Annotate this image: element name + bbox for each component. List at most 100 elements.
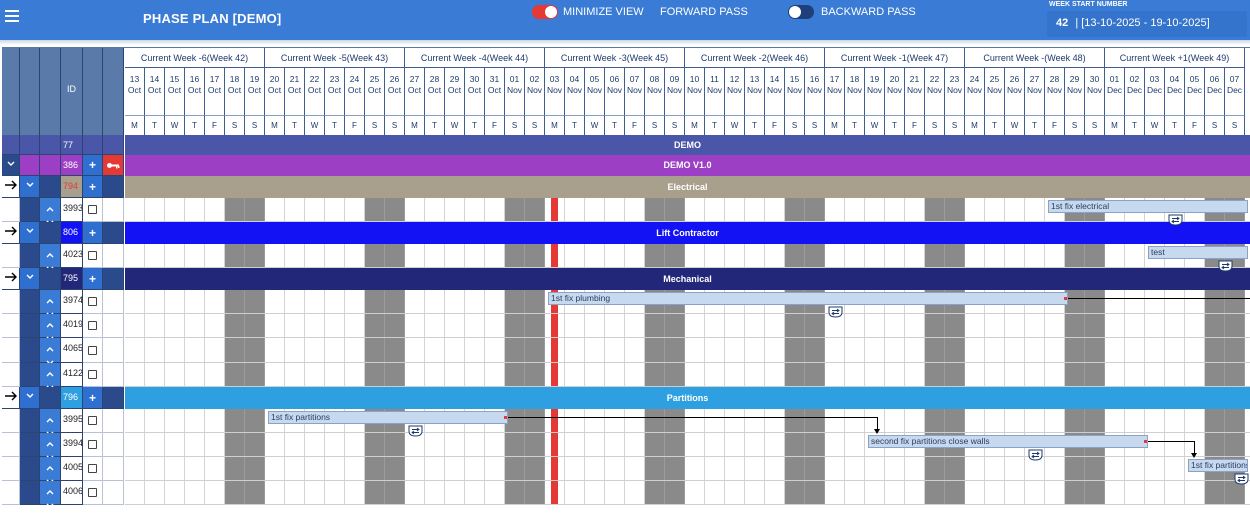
day-header: 04 Nov bbox=[565, 68, 585, 116]
reorder-up-down-icon[interactable] bbox=[40, 363, 61, 390]
task-bar-label: 1st fix plumbing bbox=[551, 293, 611, 303]
collapse-chevron-icon[interactable] bbox=[20, 387, 40, 409]
add-task-button[interactable]: + bbox=[83, 222, 103, 244]
day-month: Nov bbox=[606, 85, 623, 95]
backward-pass-toggle[interactable] bbox=[788, 5, 814, 19]
day-of-week: T bbox=[185, 116, 205, 135]
link-swap-icon[interactable] bbox=[1234, 472, 1249, 485]
day-number: 07 bbox=[1229, 74, 1240, 84]
day-number: 16 bbox=[189, 74, 200, 84]
day-number: 31 bbox=[489, 74, 500, 84]
reorder-up-down-icon[interactable] bbox=[40, 290, 61, 317]
day-header: 13 Nov bbox=[745, 68, 765, 116]
dependency-line bbox=[1148, 441, 1194, 442]
day-of-week: F bbox=[625, 116, 645, 135]
day-month: Nov bbox=[626, 85, 643, 95]
left-cell bbox=[20, 244, 40, 268]
minimize-view-toggle[interactable] bbox=[532, 5, 558, 19]
row-checkbox[interactable] bbox=[88, 464, 97, 473]
day-header: 21 Oct bbox=[285, 68, 305, 116]
day-month: Nov bbox=[726, 85, 743, 95]
collapse-chevron-icon[interactable] bbox=[20, 268, 40, 290]
reorder-up-down-icon[interactable] bbox=[40, 338, 61, 365]
day-of-week: T bbox=[145, 116, 165, 135]
week-start-selector[interactable]: 42 | [13-10-2025 - 19-10-2025] bbox=[1047, 11, 1247, 37]
day-of-week: T bbox=[605, 116, 625, 135]
day-month: Oct bbox=[487, 85, 502, 95]
task-bar[interactable]: test bbox=[1148, 246, 1248, 259]
row-checkbox[interactable] bbox=[88, 440, 97, 449]
dependency-handle[interactable] bbox=[504, 416, 507, 419]
day-number: 07 bbox=[629, 74, 640, 84]
row-divider bbox=[125, 313, 1250, 314]
day-number: 18 bbox=[229, 74, 240, 84]
day-month: Nov bbox=[706, 85, 723, 95]
reorder-up-down-icon[interactable] bbox=[40, 314, 61, 341]
day-number: 24 bbox=[969, 74, 980, 84]
day-of-week: M bbox=[405, 116, 425, 135]
add-task-button[interactable]: + bbox=[83, 387, 103, 409]
left-cell bbox=[20, 409, 40, 433]
row-checkbox[interactable] bbox=[88, 416, 97, 425]
collapse-chevron-icon[interactable] bbox=[20, 222, 40, 244]
hamburger-menu-icon[interactable] bbox=[5, 10, 19, 22]
dependency-handle[interactable] bbox=[1064, 297, 1067, 300]
day-number: 23 bbox=[329, 74, 340, 84]
row-checkbox[interactable] bbox=[88, 346, 97, 355]
day-number: 26 bbox=[1009, 74, 1020, 84]
link-swap-icon[interactable] bbox=[828, 305, 843, 318]
day-number: 25 bbox=[989, 74, 1000, 84]
row-checkbox[interactable] bbox=[88, 321, 97, 330]
left-cell bbox=[2, 290, 20, 314]
day-number: 17 bbox=[829, 74, 840, 84]
reorder-up-down-icon[interactable] bbox=[40, 198, 61, 225]
day-number: 30 bbox=[1089, 74, 1100, 84]
left-cell bbox=[20, 433, 40, 457]
task-bar[interactable]: 1st fix electrical bbox=[1048, 200, 1248, 213]
day-of-week: T bbox=[985, 116, 1005, 135]
day-number: 09 bbox=[669, 74, 680, 84]
task-bar[interactable]: 1st fix partitions bbox=[1188, 459, 1248, 472]
add-task-button[interactable]: + bbox=[83, 155, 103, 176]
day-number: 25 bbox=[369, 74, 380, 84]
day-header: 24 Oct bbox=[345, 68, 365, 116]
day-number: 27 bbox=[409, 74, 420, 84]
add-task-button[interactable]: + bbox=[83, 268, 103, 290]
row-id: 4005 bbox=[61, 457, 83, 481]
day-header: 05 Dec bbox=[1185, 68, 1205, 116]
collapse-chevron-icon[interactable] bbox=[2, 155, 20, 176]
day-of-week: F bbox=[345, 116, 365, 135]
day-header: 05 Nov bbox=[585, 68, 605, 116]
row-checkbox[interactable] bbox=[88, 251, 97, 260]
collapse-chevron-icon[interactable] bbox=[20, 176, 40, 198]
row-id: 4023 bbox=[61, 244, 83, 268]
day-of-week: S bbox=[225, 116, 245, 135]
row-checkbox[interactable] bbox=[88, 488, 97, 497]
reorder-up-down-icon[interactable] bbox=[40, 244, 61, 271]
task-bar[interactable]: 1st fix plumbing bbox=[548, 292, 1068, 305]
link-swap-icon[interactable] bbox=[1028, 448, 1043, 461]
day-number: 21 bbox=[909, 74, 920, 84]
link-swap-icon[interactable] bbox=[1168, 213, 1183, 226]
task-bar[interactable]: 1st fix partitions bbox=[268, 411, 508, 424]
add-task-button[interactable]: + bbox=[83, 176, 103, 198]
reorder-up-down-icon[interactable] bbox=[40, 433, 61, 460]
day-month: Nov bbox=[566, 85, 583, 95]
link-swap-icon[interactable] bbox=[1218, 259, 1233, 272]
row-checkbox[interactable] bbox=[88, 205, 97, 214]
day-of-week: S bbox=[525, 116, 545, 135]
reorder-up-down-icon[interactable] bbox=[40, 409, 61, 436]
dependency-handle[interactable] bbox=[1144, 440, 1147, 443]
link-swap-icon[interactable] bbox=[408, 424, 423, 437]
row-checkbox[interactable] bbox=[88, 370, 97, 379]
forward-pass-button[interactable]: FORWARD PASS bbox=[660, 6, 748, 18]
task-bar[interactable]: second fix partitions close walls bbox=[868, 435, 1148, 448]
reorder-up-down-icon[interactable] bbox=[40, 457, 61, 484]
row-checkbox[interactable] bbox=[88, 297, 97, 306]
row-id: 3993 bbox=[61, 198, 83, 222]
reorder-up-down-icon[interactable] bbox=[40, 481, 61, 508]
day-month: Oct bbox=[267, 85, 282, 95]
day-month: Nov bbox=[1006, 85, 1023, 95]
week-header: Current Week -3(Week 45) bbox=[545, 48, 685, 68]
row-id: 794 bbox=[61, 176, 83, 198]
